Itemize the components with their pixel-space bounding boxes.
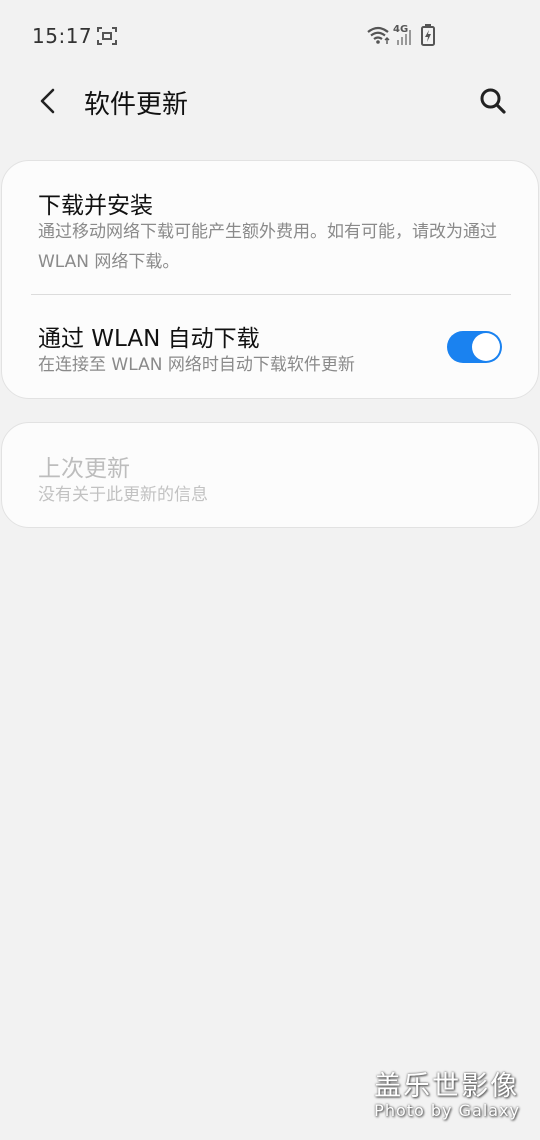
last-update-description: 没有关于此更新的信息 bbox=[38, 485, 208, 505]
search-button[interactable] bbox=[472, 80, 514, 122]
screen-recorder-icon bbox=[97, 27, 117, 45]
signal-4g-icon: 4G bbox=[393, 22, 415, 46]
wifi-icon bbox=[366, 25, 392, 45]
auto-download-wlan-title: 通过 WLAN 自动下载 bbox=[38, 326, 260, 352]
status-bar: 15:17 4G bbox=[0, 0, 540, 70]
watermark-subtitle: Photo by Galaxy bbox=[374, 1101, 520, 1120]
auto-download-wlan-description: 在连接至 WLAN 网络时自动下载软件更新 bbox=[38, 355, 355, 375]
battery-charging-icon bbox=[421, 24, 435, 46]
page-title: 软件更新 bbox=[84, 90, 189, 120]
last-update-card: 上次更新 没有关于此更新的信息 bbox=[1, 422, 539, 528]
photo-watermark: 盖乐世影像 Photo by Galaxy bbox=[374, 1064, 520, 1120]
app-bar: 软件更新 bbox=[0, 70, 540, 132]
last-update-title: 上次更新 bbox=[38, 456, 130, 482]
watermark-title: 盖乐世影像 bbox=[374, 1071, 520, 1102]
back-button[interactable] bbox=[28, 80, 68, 122]
download-install-title: 下载并安装 bbox=[38, 193, 153, 219]
chevron-left-icon bbox=[40, 88, 55, 114]
toggle-knob bbox=[472, 333, 500, 361]
network-label: 4G bbox=[393, 24, 408, 35]
screen: 15:17 4G 软件更新 下载并安装 通过移动网络下载可能产生额外费用。如有可… bbox=[0, 0, 540, 1140]
update-settings-card: 下载并安装 通过移动网络下载可能产生额外费用。如有可能，请改为通过 WLAN 网… bbox=[1, 160, 539, 399]
auto-download-wlan-toggle[interactable] bbox=[447, 331, 502, 363]
download-install-description: 通过移动网络下载可能产生额外费用。如有可能，请改为通过 WLAN 网络下载。 bbox=[38, 222, 497, 272]
search-icon bbox=[480, 88, 506, 114]
divider bbox=[31, 294, 511, 295]
status-time: 15:17 bbox=[32, 24, 93, 48]
